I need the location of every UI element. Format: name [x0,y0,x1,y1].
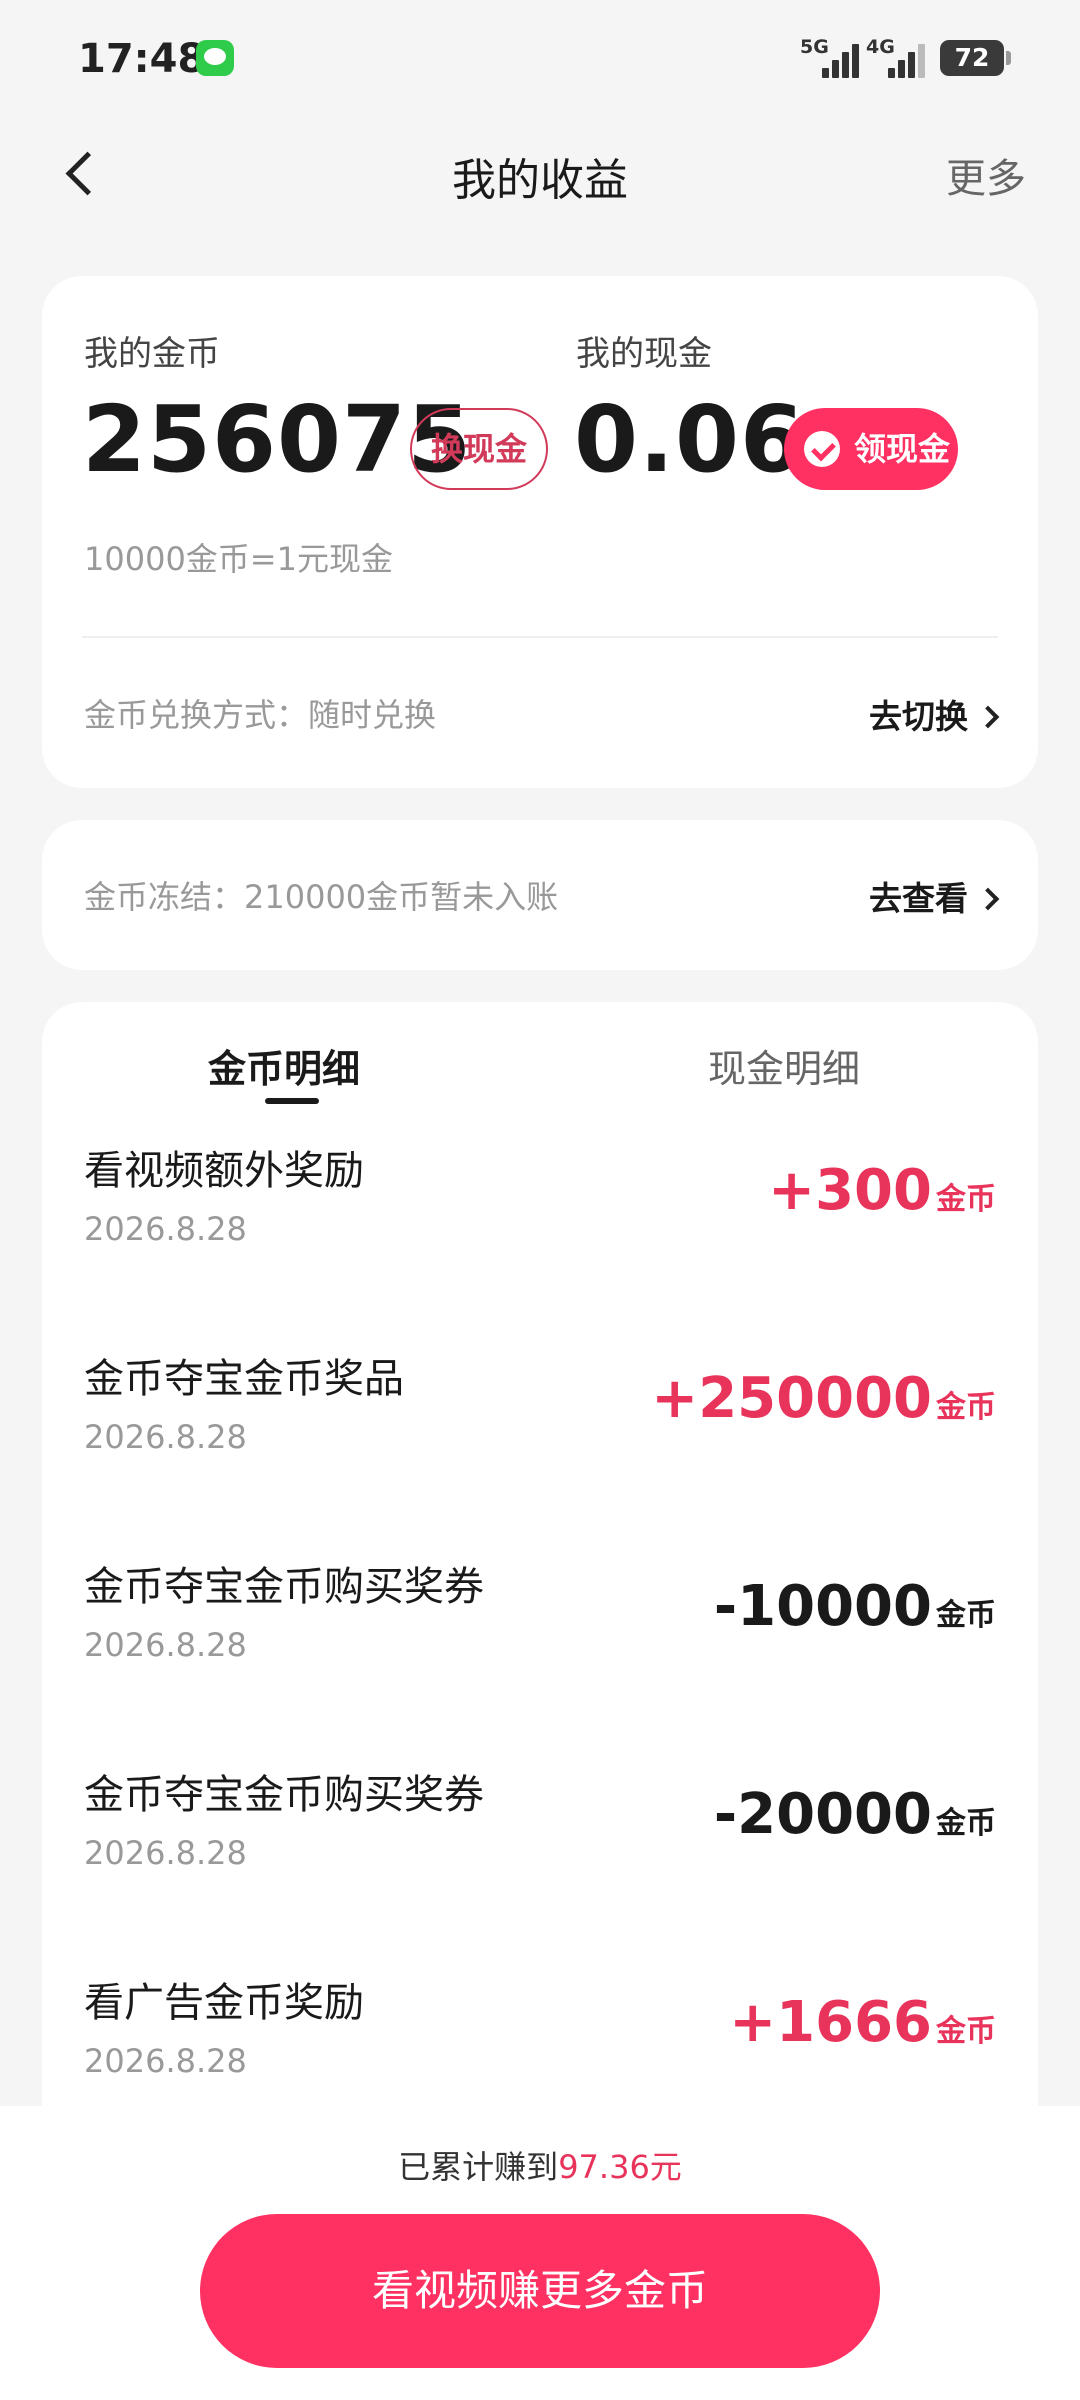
earnings-card: 我的金币 256075 换现金 我的现金 0.06 领现金 10000金币=1元… [42,276,1038,788]
tab-coin-details[interactable]: 金币明细 [208,1038,360,1093]
total-earned-value: 97.36元 [558,2148,682,2186]
chevron-right-icon [976,705,1000,729]
cash-value: 0.06 [574,386,805,493]
item-date: 2026.8.28 [84,1834,247,1872]
coins-label: 我的金币 [84,334,220,374]
list-item[interactable]: 金币夺宝金币奖品 2026.8.28 +250000 金币 [42,1346,1038,1554]
list-item[interactable]: 金币夺宝金币购买奖券 2026.8.28 -20000 金币 [42,1762,1038,1970]
item-amount: +300 金币 [768,1158,996,1223]
item-amount: +250000 金币 [651,1366,996,1431]
cash-label: 我的现金 [576,334,712,374]
signal-bars-icon [888,40,930,78]
item-title: 金币夺宝金币购买奖券 [84,1772,484,1818]
battery-icon: 72 [940,40,1011,76]
watch-video-button[interactable]: 看视频赚更多金币 [200,2214,880,2368]
switch-mode-link[interactable]: 去切换 [869,690,1000,738]
withdraw-cash-label: 领现金 [854,430,951,468]
list-item[interactable]: 金币夺宝金币购买奖券 2026.8.28 -10000 金币 [42,1554,1038,1762]
list-item[interactable]: 看视频额外奖励 2026.8.28 +300 金币 [42,1138,1038,1346]
wallet-icon [804,431,840,467]
item-title: 金币夺宝金币奖品 [84,1356,404,1402]
switch-mode-label: 去切换 [869,697,968,736]
message-icon [196,40,234,76]
item-date: 2026.8.28 [84,1210,247,1248]
frozen-coins-card: 金币冻结：210000金币暂未入账 去查看 [42,820,1038,970]
item-title: 金币夺宝金币购买奖券 [84,1564,484,1610]
item-amount: +1666 金币 [729,1990,996,2055]
item-amount: -20000 金币 [713,1782,996,1847]
view-frozen-label: 去查看 [869,879,968,918]
status-bar: 17:48 5G 4G 72 [0,0,1080,118]
total-earned-label: 已累计赚到 [398,2148,559,2186]
item-date: 2026.8.28 [84,1626,247,1664]
item-amount: -10000 金币 [713,1574,996,1639]
signal-4g: 4G [866,36,928,80]
tab-cash-details[interactable]: 现金明细 [708,1038,860,1093]
divider [82,636,998,638]
exchange-cash-button[interactable]: 换现金 [410,408,548,490]
bottom-bar: 已累计赚到97.36元 看视频赚更多金币 [0,2106,1080,2400]
total-earned: 已累计赚到97.36元 [0,2142,1080,2188]
item-title: 看广告金币奖励 [84,1980,364,2026]
item-date: 2026.8.28 [84,1418,247,1456]
more-button[interactable]: 更多 [946,146,1026,204]
chevron-right-icon [976,887,1000,911]
exchange-rate: 10000金币=1元现金 [84,540,393,578]
withdraw-cash-button[interactable]: 领现金 [784,408,958,490]
page-title: 我的收益 [452,155,628,206]
signal-5g: 5G [800,36,862,80]
item-title: 看视频额外奖励 [84,1148,364,1194]
status-time: 17:48 [78,36,206,82]
tab-indicator [265,1098,319,1104]
nav-header: 我的收益 更多 [0,118,1080,226]
signal-bars-icon [822,40,864,78]
exchange-mode-text: 金币兑换方式：随时兑换 [84,696,437,734]
item-date: 2026.8.28 [84,2042,247,2080]
frozen-coins-text: 金币冻结：210000金币暂未入账 [84,878,559,916]
view-frozen-link[interactable]: 去查看 [869,872,1000,920]
